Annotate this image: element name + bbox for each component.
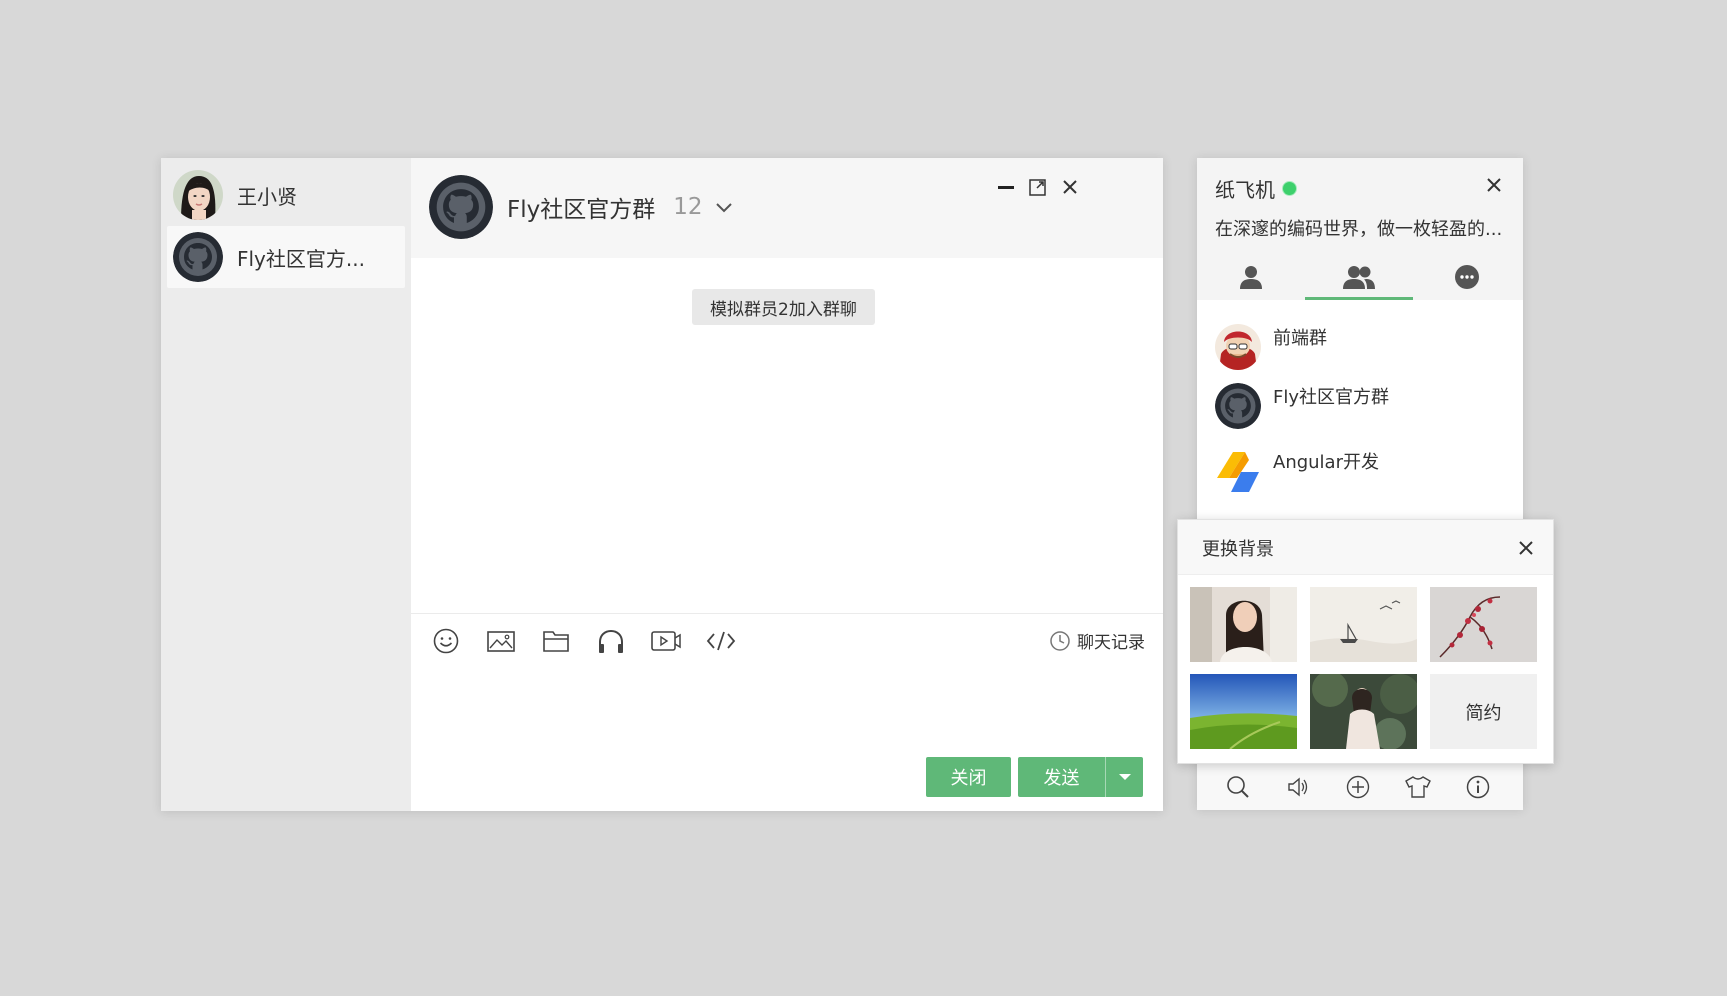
search-icon[interactable] [1223, 772, 1253, 802]
chat-list-item-fly-group[interactable]: Fly社区官方... [167, 226, 405, 288]
popup-header: 更换背景 [1178, 520, 1553, 575]
list-item-group-frontend[interactable]: 前端群 [1215, 323, 1505, 371]
main-panel-header: 纸飞机 在深邃的编码世界，做一枚轻盈的... [1197, 158, 1523, 300]
github-octocat-avatar-icon [173, 232, 223, 282]
chat-main: Fly社区官方群 12 模拟群员2加入群聊 聊天记录 关闭 发送 [411, 158, 1163, 811]
smile-icon[interactable] [429, 624, 463, 658]
github-octocat-avatar-icon [1215, 383, 1261, 429]
chat-header: Fly社区官方群 12 [411, 158, 1163, 258]
headphones-icon[interactable] [594, 624, 628, 658]
avatar [173, 232, 223, 282]
background-thumbnail-plum-blossom[interactable] [1430, 587, 1537, 662]
list-item-group-angular[interactable]: Angular开发 [1215, 447, 1505, 495]
tab-recent-chats[interactable] [1413, 254, 1521, 300]
avatar [1215, 324, 1261, 370]
angular-logo-avatar-icon [1215, 448, 1261, 494]
change-background-popup: 更换背景 简约 [1177, 519, 1554, 764]
friend-icon [1240, 266, 1262, 289]
speaker-icon[interactable] [1283, 772, 1313, 802]
chat-toolbar: 聊天记录 [411, 613, 1163, 669]
background-thumbnail-woman-forest[interactable] [1310, 674, 1417, 749]
avatar [1215, 383, 1261, 429]
close-icon [1519, 541, 1533, 555]
cartoon-avatar-icon [1215, 324, 1261, 370]
tab-groups[interactable] [1305, 254, 1413, 300]
clock-icon [1050, 630, 1070, 651]
close-panel-button[interactable] [1481, 172, 1507, 198]
signature[interactable]: 在深邃的编码世界，做一枚轻盈的... [1215, 215, 1502, 241]
code-icon[interactable] [704, 624, 738, 658]
close-button[interactable]: 关闭 [926, 757, 1011, 797]
video-icon[interactable] [649, 624, 683, 658]
woman-portrait-thumbnail-icon [1190, 587, 1297, 662]
tab-friends[interactable] [1197, 254, 1305, 300]
send-options-dropdown[interactable] [1106, 757, 1143, 797]
plum-blossom-thumbnail-icon [1430, 587, 1537, 662]
member-count: 12 [673, 194, 703, 220]
chat-list-item-name: Fly社区官方... [237, 246, 365, 271]
caret-down-icon [1118, 774, 1131, 780]
list-item-group-fly[interactable]: Fly社区官方群 [1215, 382, 1505, 430]
history-chat-icon [1455, 265, 1479, 289]
avatar [1215, 448, 1261, 494]
avatar[interactable] [429, 175, 493, 239]
background-thumbnail-ink-boat[interactable] [1310, 587, 1417, 662]
group-name: 前端群 [1273, 328, 1327, 349]
woman-in-forest-thumbnail-icon [1310, 674, 1417, 749]
username[interactable]: 纸飞机 [1215, 174, 1275, 203]
avatar [173, 170, 223, 220]
chat-list-item-wangxiaoxian[interactable]: 王小贤 [167, 164, 405, 226]
ink-boat-painting-thumbnail-icon [1310, 587, 1417, 662]
chevron-down-icon[interactable] [713, 196, 735, 218]
popup-close-button[interactable] [1513, 535, 1539, 561]
info-icon[interactable] [1463, 772, 1493, 802]
background-thumbnail-woman-portrait[interactable] [1190, 587, 1297, 662]
background-thumbnail-green-field[interactable] [1190, 674, 1297, 749]
send-button-group: 发送 [1018, 757, 1143, 797]
main-panel-footer [1197, 761, 1523, 810]
chat-history-button[interactable]: 聊天记录 [1049, 628, 1145, 653]
system-message: 模拟群员2加入群聊 [692, 289, 875, 325]
github-octocat-avatar-icon [429, 175, 493, 239]
chat-window: 王小贤 Fly社区官方... Fly社区官方群 12 模拟群员2加入群聊 聊天记… [161, 158, 1163, 811]
maximize-button[interactable] [1025, 174, 1051, 200]
chat-title: Fly社区官方群 [507, 197, 656, 223]
online-status-indicator[interactable] [1283, 182, 1296, 195]
send-button[interactable]: 发送 [1018, 757, 1105, 797]
female-portrait-avatar-icon [173, 170, 223, 220]
chat-list-item-name: 王小贤 [237, 184, 297, 209]
folder-icon[interactable] [539, 624, 573, 658]
minimize-button[interactable] [993, 174, 1019, 200]
group-name: Fly社区官方群 [1273, 387, 1390, 408]
popup-title: 更换背景 [1202, 539, 1274, 560]
minimize-icon [998, 186, 1014, 189]
group-name: Angular开发 [1273, 452, 1379, 473]
close-window-button[interactable] [1057, 174, 1083, 200]
skin-shirt-icon[interactable] [1403, 772, 1433, 802]
chat-history-label: 聊天记录 [1077, 633, 1145, 653]
group-icon [1343, 266, 1375, 289]
chat-list: 王小贤 Fly社区官方... [161, 158, 411, 811]
close-icon [1063, 180, 1077, 194]
green-field-blue-sky-thumbnail-icon [1190, 674, 1297, 749]
close-icon [1487, 178, 1501, 192]
image-icon[interactable] [484, 624, 518, 658]
background-thumbnail-simple[interactable]: 简约 [1430, 674, 1537, 749]
add-icon[interactable] [1343, 772, 1373, 802]
maximize-icon [1029, 179, 1046, 196]
